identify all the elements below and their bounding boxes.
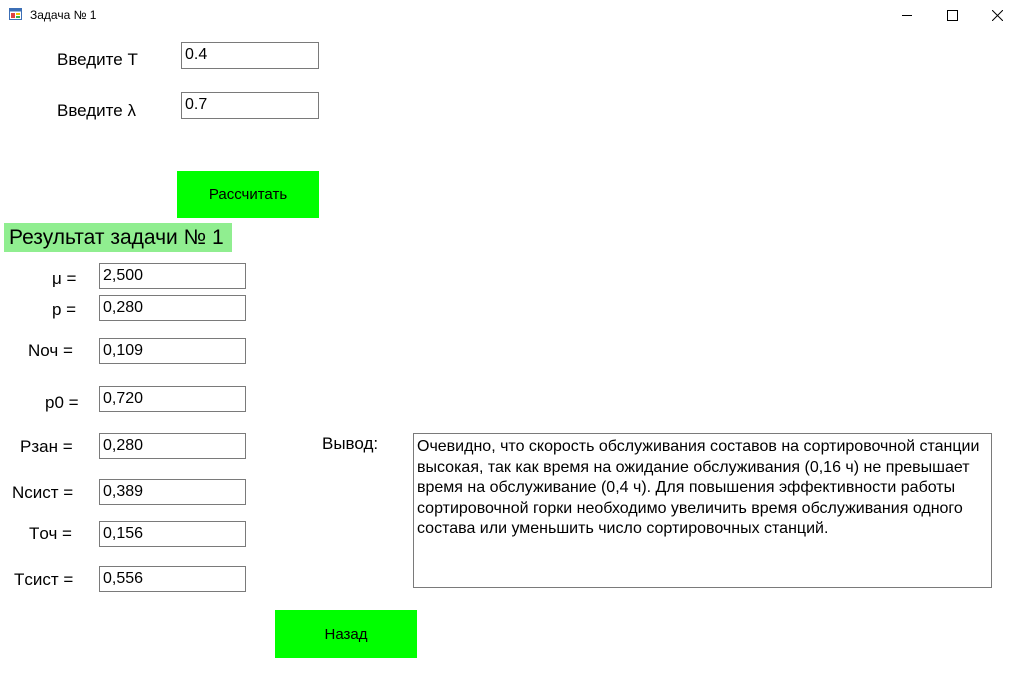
- tsist-field[interactable]: 0,556: [99, 566, 246, 592]
- close-button[interactable]: [974, 0, 1018, 30]
- lambda-label: Введите λ: [57, 101, 136, 120]
- maximize-button[interactable]: [929, 0, 975, 30]
- nsist-field[interactable]: 0,389: [99, 479, 246, 505]
- noch-label: Nоч =: [28, 341, 73, 360]
- mu-label: μ =: [52, 269, 77, 288]
- title-bar: Задача № 1: [0, 0, 1018, 30]
- minimize-button[interactable]: [884, 0, 930, 30]
- calculate-button[interactable]: Рассчитать: [177, 171, 319, 218]
- result-title: Результат задачи № 1: [4, 223, 232, 252]
- t-label: Введите T: [57, 50, 138, 69]
- p-field[interactable]: 0,280: [99, 295, 246, 321]
- window-title: Задача № 1: [30, 8, 97, 22]
- toch-label: Tоч =: [29, 524, 72, 543]
- minimize-icon: [901, 14, 912, 16]
- p0-label: p0 =: [45, 393, 79, 412]
- pzan-label: Pзан =: [20, 437, 73, 456]
- pzan-field[interactable]: 0,280: [99, 433, 246, 459]
- tsist-label: Tсист =: [14, 570, 74, 589]
- mu-field[interactable]: 2,500: [99, 263, 246, 289]
- toch-field[interactable]: 0,156: [99, 521, 246, 547]
- noch-field[interactable]: 0,109: [99, 338, 246, 364]
- close-icon: [991, 9, 1003, 21]
- app-form-icon: [9, 8, 22, 20]
- t-input[interactable]: 0.4: [181, 42, 319, 69]
- conclusion-label: Вывод:: [322, 434, 379, 453]
- back-button[interactable]: Назад: [275, 610, 417, 658]
- lambda-input[interactable]: 0.7: [181, 92, 319, 119]
- maximize-icon: [946, 9, 958, 21]
- conclusion-textbox[interactable]: Очевидно, что скорость обслуживания сост…: [413, 433, 992, 588]
- p0-field[interactable]: 0,720: [99, 386, 246, 412]
- p-label: p =: [52, 300, 77, 319]
- nsist-label: Nсист =: [12, 483, 74, 502]
